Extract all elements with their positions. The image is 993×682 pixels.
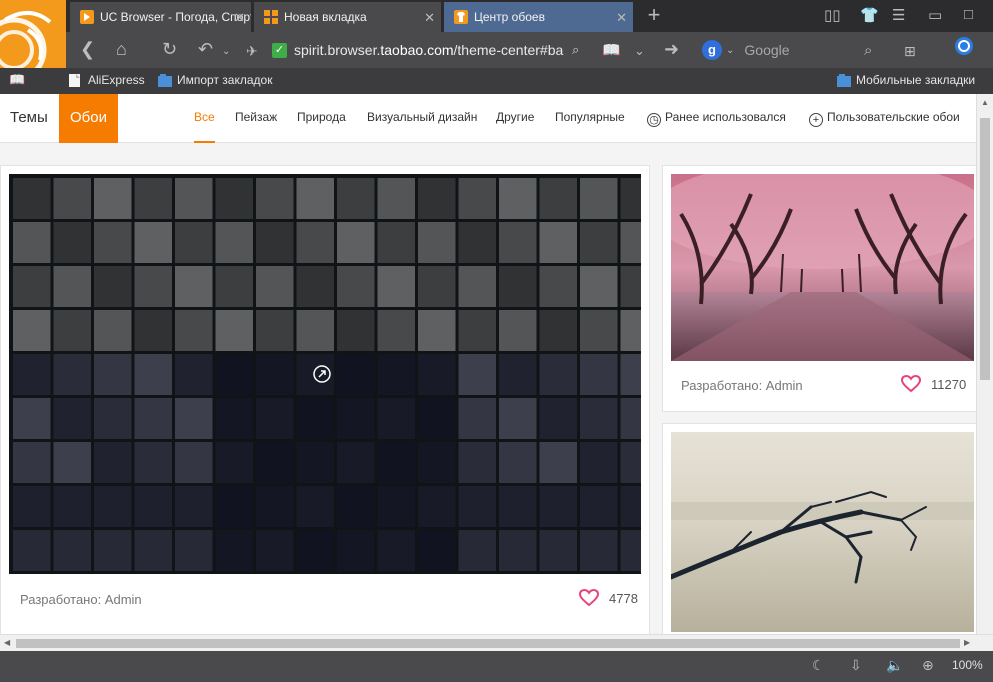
- back-icon[interactable]: ❮: [80, 38, 95, 60]
- page-icon: [69, 73, 82, 87]
- tile-windows-icon[interactable]: ▯▯: [824, 6, 841, 24]
- bookmarks-book-icon[interactable]: 📖: [9, 72, 25, 88]
- maximize-icon[interactable]: □: [964, 6, 973, 23]
- bookmark-aliexpress[interactable]: AliExpress: [69, 73, 145, 87]
- secure-shield-icon: ✓: [272, 42, 287, 58]
- vertical-scrollbar[interactable]: ▲: [976, 94, 993, 634]
- author-label: Разработано: Admin: [681, 378, 803, 393]
- history-clock-icon: ◷: [647, 113, 661, 127]
- undo-icon[interactable]: ↶: [198, 38, 213, 60]
- close-tab-icon[interactable]: ✕: [424, 10, 435, 26]
- reading-mode-icon[interactable]: 📖: [602, 40, 621, 62]
- tab-new[interactable]: Новая вкладка ✕: [254, 2, 442, 32]
- bookmark-label: Импорт закладок: [177, 73, 273, 87]
- scroll-left-icon[interactable]: ◀: [4, 638, 10, 647]
- wallpaper-preview-cherry-trees[interactable]: [671, 174, 974, 361]
- zoom-level[interactable]: 100%: [952, 658, 983, 672]
- tab-title: UC Browser - Погода, Спорт, Новости: [100, 10, 251, 24]
- night-mode-icon[interactable]: ☾: [812, 657, 825, 674]
- wallpaper-card[interactable]: Разработано: Admin 11270: [662, 165, 976, 412]
- chevron-down-icon[interactable]: ⌄: [726, 45, 734, 56]
- chevron-down-icon[interactable]: ⌄: [222, 41, 230, 63]
- close-tab-icon[interactable]: ✕: [234, 10, 245, 26]
- browser-window: UC Browser - Погода, Спорт, Новости ✕ Но…: [0, 0, 993, 682]
- url-text[interactable]: spirit.browser.taobao.com/theme-center#b…: [294, 42, 564, 58]
- likes-count: 11270: [931, 376, 967, 392]
- new-tab-button[interactable]: +: [637, 2, 671, 30]
- scroll-thumb[interactable]: [980, 118, 990, 380]
- import-icon: [158, 73, 172, 87]
- category-landscape[interactable]: Пейзаж: [235, 94, 277, 143]
- likes-count: 4778: [609, 590, 638, 606]
- minimize-icon[interactable]: ▭: [928, 6, 942, 24]
- category-nature[interactable]: Природа: [297, 94, 346, 143]
- recently-used-label: Ранее использовался: [665, 110, 786, 124]
- wallpapers-tab[interactable]: Обои: [59, 94, 118, 143]
- heart-icon[interactable]: [901, 375, 921, 393]
- wallpaper-preview-driftwood[interactable]: [671, 432, 974, 632]
- apps-grid-icon[interactable]: ⊞: [904, 40, 916, 62]
- reload-icon[interactable]: ↻: [162, 38, 177, 60]
- likes-counter[interactable]: 4778: [579, 589, 638, 607]
- plus-circle-icon: +: [809, 113, 823, 127]
- themes-tab[interactable]: Темы: [10, 94, 48, 143]
- account-icon[interactable]: [954, 36, 974, 61]
- bookmark-label: Мобильные закладки: [856, 73, 976, 87]
- custom-wallpaper-link[interactable]: + Пользовательские обои: [809, 94, 960, 143]
- scroll-right-icon[interactable]: ▶: [964, 638, 970, 647]
- tab-title: Новая вкладка: [284, 10, 367, 24]
- uc-tab-icon: [80, 10, 94, 24]
- speed-mode-icon[interactable]: ✈: [246, 40, 258, 62]
- search-engine-icon[interactable]: g: [702, 40, 722, 60]
- folder-icon: [837, 73, 851, 87]
- category-popular[interactable]: Популярные: [555, 94, 625, 143]
- category-all[interactable]: Все: [194, 94, 215, 143]
- zoom-in-icon[interactable]: ⊕: [922, 657, 934, 674]
- bookmarks-bar: 📖 AliExpress Импорт закладок Мобильные з…: [0, 68, 993, 94]
- tab-title: Центр обоев: [474, 10, 545, 24]
- apply-wallpaper-icon[interactable]: [312, 364, 332, 384]
- likes-counter[interactable]: 11270: [901, 375, 966, 393]
- close-tab-icon[interactable]: ✕: [616, 10, 627, 26]
- scroll-up-icon[interactable]: ▲: [981, 98, 989, 107]
- tab-uc-browser[interactable]: UC Browser - Погода, Спорт, Новости ✕: [70, 2, 252, 32]
- skin-shirt-icon[interactable]: 👕: [860, 6, 879, 24]
- tab-bar: UC Browser - Погода, Спорт, Новости ✕ Но…: [66, 0, 993, 32]
- tab-wallpaper-center[interactable]: Центр обоев ✕: [444, 2, 634, 32]
- heart-icon[interactable]: [579, 589, 599, 607]
- wallpaper-card[interactable]: Разработано: Admin 4778: [0, 165, 650, 634]
- address-bar[interactable]: ✓ spirit.browser.taobao.com/theme-center…: [272, 37, 652, 63]
- speaker-icon[interactable]: 🔈: [886, 657, 903, 674]
- category-other[interactable]: Другие: [496, 94, 534, 143]
- home-icon[interactable]: ⌂: [116, 38, 127, 60]
- search-placeholder: Google: [744, 42, 790, 58]
- page-search-icon[interactable]: ⌕: [572, 42, 579, 58]
- wallpaper-preview-tiles[interactable]: [9, 174, 641, 574]
- bookmark-label: AliExpress: [88, 73, 145, 87]
- scroll-thumb[interactable]: [16, 639, 960, 648]
- search-box[interactable]: g ⌄ Google: [702, 37, 882, 63]
- mobile-bookmarks[interactable]: Мобильные закладки: [837, 73, 975, 87]
- wallpaper-nav: Темы Обои Все Пейзаж Природа Визуальный …: [0, 94, 976, 143]
- download-icon[interactable]: ⇩: [850, 657, 862, 674]
- bookmark-import[interactable]: Импорт закладок: [158, 73, 272, 87]
- category-visual-design[interactable]: Визуальный дизайн: [367, 94, 477, 143]
- go-arrow-icon[interactable]: ➜: [664, 38, 679, 60]
- navigation-bar: ❮ ⌂ ↻ ↶ ⌄ ✈ ✓ spirit.browser.taobao.com/…: [66, 32, 993, 68]
- wallpaper-card[interactable]: [662, 423, 976, 634]
- custom-wallpaper-label: Пользовательские обои: [827, 110, 960, 124]
- horizontal-scrollbar[interactable]: ◀ ▶: [0, 634, 993, 651]
- dropdown-icon[interactable]: ⌄: [634, 40, 645, 62]
- menu-icon[interactable]: ☰: [892, 6, 905, 24]
- grid-tab-icon: [264, 10, 278, 24]
- status-bar: ☾ ⇩ 🔈 ⊕ 100%: [0, 651, 993, 682]
- author-label: Разработано: Admin: [20, 592, 142, 607]
- wallpaper-center-page: Темы Обои Все Пейзаж Природа Визуальный …: [0, 94, 976, 634]
- search-icon[interactable]: ⌕: [864, 40, 872, 62]
- shirt-tab-icon: [454, 10, 468, 24]
- recently-used-link[interactable]: ◷ Ранее использовался: [647, 94, 786, 143]
